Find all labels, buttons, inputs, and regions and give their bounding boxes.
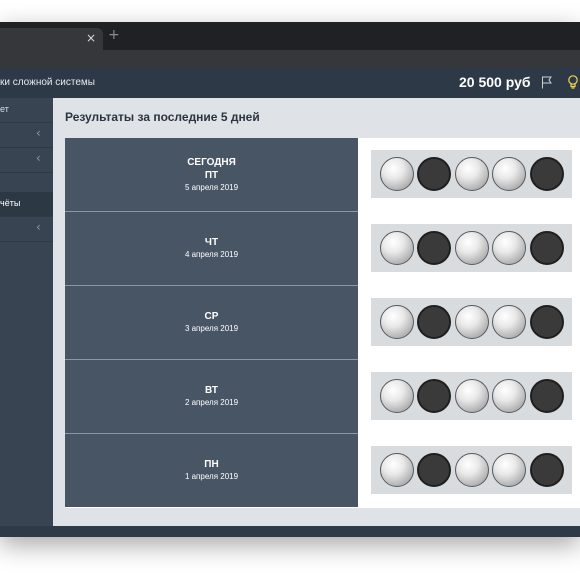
result-ball	[530, 157, 564, 191]
chevron-left-icon: ‹	[36, 151, 41, 165]
result-ball	[492, 231, 526, 265]
ball-sequence	[371, 150, 572, 198]
today-label: СЕГОДНЯ	[187, 157, 236, 168]
sidebar-item-5[interactable]: ‹	[0, 217, 53, 241]
sidebar-item-reports[interactable]: чёты	[0, 192, 53, 216]
result-ball	[492, 305, 526, 339]
chevron-left-icon: ‹	[36, 220, 41, 234]
main-content: Результаты за последние 5 дней СЕГОДНЯ П…	[53, 98, 580, 526]
day-cell: СЕГОДНЯ ПТ 5 апреля 2019	[65, 138, 358, 211]
result-ball	[530, 453, 564, 487]
result-ball	[455, 157, 489, 191]
browser-tab-bar: × +	[0, 22, 580, 50]
day-cell: СР 3 апреля 2019	[65, 286, 358, 359]
sidebar-item-label: чёты	[0, 198, 21, 208]
result-ball	[417, 157, 451, 191]
day-date: 4 апреля 2019	[184, 250, 239, 259]
browser-tab[interactable]: ×	[0, 28, 103, 50]
ball-sequence	[371, 372, 572, 420]
flag-icon[interactable]	[541, 76, 553, 89]
result-ball	[380, 453, 414, 487]
app-header: ки сложной системы 20 500 руб	[0, 68, 580, 98]
day-cell: ПН 1 апреля 2019	[65, 434, 358, 507]
result-ball	[380, 157, 414, 191]
result-row: ВТ 2 апреля 2019	[65, 360, 580, 434]
page-title: Результаты за последние 5 дней	[65, 110, 260, 124]
new-tab-icon[interactable]: +	[108, 27, 120, 43]
result-row: СЕГОДНЯ ПТ 5 апреля 2019	[65, 138, 580, 212]
day-date: 2 апреля 2019	[184, 398, 239, 407]
balance-amount: 20 500 руб	[459, 74, 531, 90]
result-ball	[455, 305, 489, 339]
result-ball	[417, 305, 451, 339]
day-name: ПН	[204, 459, 219, 470]
lightbulb-icon[interactable]	[567, 75, 579, 90]
result-ball	[455, 379, 489, 413]
result-ball	[380, 231, 414, 265]
result-ball	[417, 231, 451, 265]
sidebar-item-3[interactable]: ‹	[0, 148, 53, 172]
result-ball	[492, 453, 526, 487]
result-ball	[530, 305, 564, 339]
ball-sequence	[371, 446, 572, 494]
window-bottom-edge	[0, 526, 580, 537]
result-row: ПН 1 апреля 2019	[65, 434, 580, 508]
result-ball	[417, 379, 451, 413]
sidebar: ет ‹ ‹ чёты ‹	[0, 98, 53, 537]
day-name: СР	[204, 311, 219, 322]
day-cell: ЧТ 4 апреля 2019	[65, 212, 358, 285]
result-ball	[380, 379, 414, 413]
day-date: 3 апреля 2019	[184, 324, 239, 333]
result-row: СР 3 апреля 2019	[65, 286, 580, 360]
day-date: 1 апреля 2019	[184, 472, 239, 481]
day-name: ЧТ	[204, 237, 219, 248]
day-name: ПТ	[204, 170, 219, 181]
sidebar-item-1[interactable]: ет	[0, 98, 53, 122]
day-cell: ВТ 2 апреля 2019	[65, 360, 358, 433]
app-window: × + ки сложной системы 20 500 руб ет ‹ ‹…	[0, 22, 580, 537]
result-ball	[380, 305, 414, 339]
day-date: 5 апреля 2019	[184, 183, 239, 192]
result-ball	[417, 453, 451, 487]
sidebar-item-2[interactable]: ‹	[0, 123, 53, 147]
results-table: СЕГОДНЯ ПТ 5 апреля 2019 ЧТ 4 апреля 201…	[65, 138, 580, 508]
day-name: ВТ	[205, 385, 218, 396]
app-title: ки сложной системы	[0, 77, 95, 88]
close-tab-icon[interactable]: ×	[86, 31, 96, 45]
result-ball	[455, 231, 489, 265]
browser-toolbar	[0, 50, 580, 68]
result-ball	[492, 157, 526, 191]
result-row: ЧТ 4 апреля 2019	[65, 212, 580, 286]
result-ball	[492, 379, 526, 413]
result-ball	[530, 231, 564, 265]
result-ball	[530, 379, 564, 413]
ball-sequence	[371, 298, 572, 346]
sidebar-divider	[0, 172, 53, 173]
result-ball	[455, 453, 489, 487]
sidebar-item-label: ет	[0, 104, 9, 114]
sidebar-divider	[0, 241, 53, 242]
ball-sequence	[371, 224, 572, 272]
chevron-left-icon: ‹	[36, 126, 41, 140]
